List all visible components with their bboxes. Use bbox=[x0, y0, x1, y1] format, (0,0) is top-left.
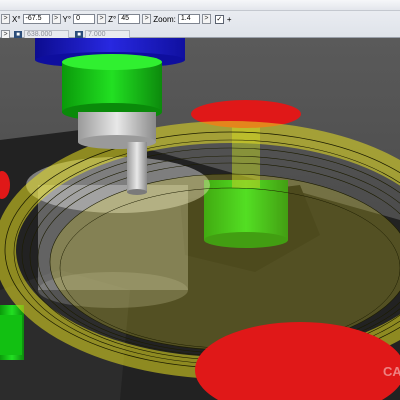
view-toolbar: > X° -67.5 > Y° 0 > Z° 45 > Zoom: 1.4 > … bbox=[0, 0, 400, 40]
zoom-field[interactable]: 1.4 bbox=[177, 14, 200, 24]
green-clamp-left-face bbox=[0, 315, 22, 355]
y-nudge-button[interactable]: > bbox=[51, 14, 61, 24]
z-angle-label: Z° bbox=[108, 14, 117, 24]
z-angle-field[interactable]: 45 bbox=[118, 14, 141, 24]
x-angle-field[interactable]: -67.5 bbox=[22, 14, 50, 24]
x-nudge-button[interactable]: > bbox=[1, 14, 10, 24]
watermark-logo: CA bbox=[383, 364, 400, 379]
y-angle-field[interactable]: 0 bbox=[73, 14, 96, 24]
tool-holder-top bbox=[62, 54, 162, 70]
plus-icon[interactable]: + bbox=[227, 15, 232, 24]
z-nudge-button[interactable]: > bbox=[97, 14, 107, 24]
title-strip bbox=[0, 0, 400, 11]
zoom-apply-button[interactable]: > bbox=[201, 14, 211, 24]
rotation-controls: > X° -67.5 > Y° 0 > Z° 45 > Zoom: 1.4 > … bbox=[0, 12, 234, 26]
x-angle-label: X° bbox=[12, 14, 21, 24]
zoom-label: Zoom: bbox=[153, 14, 176, 24]
scene-render bbox=[0, 38, 400, 400]
zoom-checkbox[interactable]: ✓ bbox=[214, 14, 224, 24]
zoom-nudge-button[interactable]: > bbox=[142, 14, 152, 24]
cutter-tool bbox=[127, 142, 147, 192]
3d-viewport[interactable]: CA bbox=[0, 38, 400, 400]
cutter-tip bbox=[127, 189, 147, 195]
y-angle-label: Y° bbox=[62, 14, 72, 24]
